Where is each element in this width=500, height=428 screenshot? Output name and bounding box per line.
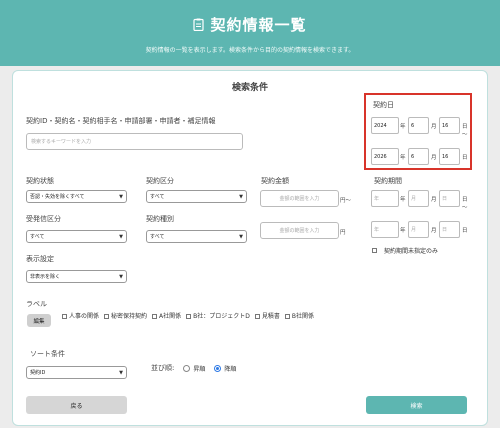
contract-date-from-year[interactable]: 2024	[371, 117, 399, 134]
chevron-down-icon: ▼	[119, 193, 123, 200]
label-checkbox[interactable]	[104, 314, 110, 319]
year-unit: 年	[400, 228, 406, 234]
period-from-day[interactable]: 日	[439, 190, 460, 207]
label-item[interactable]: B社：プロジェクトD	[186, 311, 250, 320]
day-unit: 日	[462, 155, 468, 161]
month-unit: 月	[431, 124, 437, 130]
status-select-value: 否認・失効を除くすべて	[30, 194, 85, 200]
sort-select-value: 契約ID	[30, 370, 46, 376]
search-panel-title: 検索条件	[231, 83, 268, 93]
label-item[interactable]: 見積書	[254, 311, 280, 320]
keyword-label: 契約ID・契約名・契約相手名・申請部署・申請者・補足情報	[26, 117, 216, 125]
send-receive-label: 受発信区分	[26, 215, 61, 223]
display-setting-select-value: 非表示を除く	[30, 274, 61, 280]
period-from-month[interactable]: 月	[408, 190, 429, 207]
labels-edit-button[interactable]: 編集	[27, 314, 51, 327]
amount-from-unit: 円〜	[340, 198, 352, 204]
display-setting-select[interactable]: 非表示を除く ▼	[26, 270, 127, 283]
chevron-down-icon: ▼	[119, 273, 123, 280]
category-select-value: すべて	[150, 194, 165, 200]
range-tilde: 〜	[462, 132, 468, 138]
send-receive-select-value: すべて	[30, 234, 45, 240]
label-checkbox[interactable]	[186, 314, 192, 319]
category-select[interactable]: すべて ▼	[146, 190, 247, 203]
page-title: 契約情報一覧	[210, 16, 307, 34]
chevron-down-icon: ▼	[119, 233, 123, 240]
amount-to-input[interactable]: 金額の範囲を入力	[260, 222, 339, 239]
label-checkbox[interactable]	[254, 314, 260, 319]
contract-date-to-year[interactable]: 2026	[371, 148, 399, 165]
search-button[interactable]: 検索	[366, 396, 467, 414]
sort-order-group: 並び順: 昇順 降順	[151, 363, 236, 373]
label-item[interactable]: A社関係	[152, 311, 181, 320]
period-unspecified-checkbox[interactable]	[372, 248, 377, 253]
contract-date-from-month[interactable]: 6	[408, 117, 429, 134]
sort-desc-radio[interactable]	[214, 364, 222, 372]
status-select[interactable]: 否認・失効を除くすべて ▼	[26, 190, 127, 203]
year-unit: 年	[400, 124, 406, 130]
period-label: 契約期間	[374, 177, 402, 185]
label-item[interactable]: 人事の関係	[62, 311, 99, 320]
keyword-input[interactable]: 検索するキーワードを入力	[26, 133, 243, 150]
contract-type-select-value: すべて	[150, 234, 165, 240]
back-button[interactable]: 戻る	[26, 396, 127, 414]
label-item[interactable]: B社関係	[284, 311, 314, 320]
period-to-month[interactable]: 月	[408, 221, 429, 238]
labels-label: ラベル	[26, 300, 47, 308]
sort-order-label: 並び順:	[151, 364, 175, 372]
status-label: 契約状態	[26, 177, 54, 185]
page-header: 契約情報一覧 契約情報の一覧を表示します。検索条件から目的の契約情報を検索できま…	[0, 0, 500, 66]
period-unspecified-row[interactable]: 契約期間未指定のみ	[372, 246, 438, 255]
chevron-down-icon: ▼	[239, 233, 243, 240]
year-unit: 年	[400, 155, 406, 161]
year-unit: 年	[400, 197, 406, 203]
document-icon	[193, 18, 205, 31]
day-unit: 日	[462, 228, 468, 234]
contract-date-to-day[interactable]: 16	[439, 148, 460, 165]
sort-select[interactable]: 契約ID ▼	[26, 366, 127, 379]
month-unit: 月	[431, 228, 437, 234]
amount-label: 契約金額	[261, 177, 289, 185]
day-unit: 日	[462, 124, 468, 130]
contract-date-to-month[interactable]: 6	[408, 148, 429, 165]
range-tilde: 〜	[462, 205, 468, 211]
sort-asc-radio[interactable]	[183, 364, 191, 372]
contract-type-select[interactable]: すべて ▼	[146, 230, 247, 243]
period-to-year[interactable]: 年	[371, 221, 399, 238]
display-setting-label: 表示設定	[26, 255, 54, 263]
amount-to-unit: 円	[340, 230, 346, 236]
month-unit: 月	[431, 197, 437, 203]
chevron-down-icon: ▼	[119, 369, 123, 376]
chevron-down-icon: ▼	[239, 193, 243, 200]
category-label: 契約区分	[146, 177, 174, 185]
page-subtitle: 契約情報の一覧を表示します。検索条件から目的の契約情報を検索できます。	[145, 47, 355, 54]
period-unspecified-label: 契約期間未指定のみ	[384, 248, 439, 255]
sort-label: ソート条件	[30, 350, 65, 358]
title-row: 契約情報一覧	[0, 14, 500, 35]
label-checkbox[interactable]	[62, 314, 67, 319]
contract-type-label: 契約種別	[146, 215, 174, 223]
contract-date-label: 契約日	[373, 101, 394, 109]
period-to-day[interactable]: 日	[439, 221, 460, 238]
send-receive-select[interactable]: すべて ▼	[26, 230, 127, 243]
sort-asc-label[interactable]: 昇順	[193, 364, 205, 373]
month-unit: 月	[431, 155, 437, 161]
sort-desc-label[interactable]: 降順	[224, 364, 236, 373]
day-unit: 日	[462, 197, 468, 203]
label-item[interactable]: 秘密保持契約	[104, 311, 147, 320]
contract-date-from-day[interactable]: 16	[439, 117, 460, 134]
label-checkbox[interactable]	[284, 314, 290, 319]
label-checkbox[interactable]	[152, 314, 158, 319]
label-checkbox-list: 人事の関係 秘密保持契約 A社関係 B社：プロジェクトD 見積書 B社関係	[62, 311, 314, 320]
amount-from-input[interactable]: 金額の範囲を入力	[260, 190, 339, 207]
period-from-year[interactable]: 年	[371, 190, 399, 207]
